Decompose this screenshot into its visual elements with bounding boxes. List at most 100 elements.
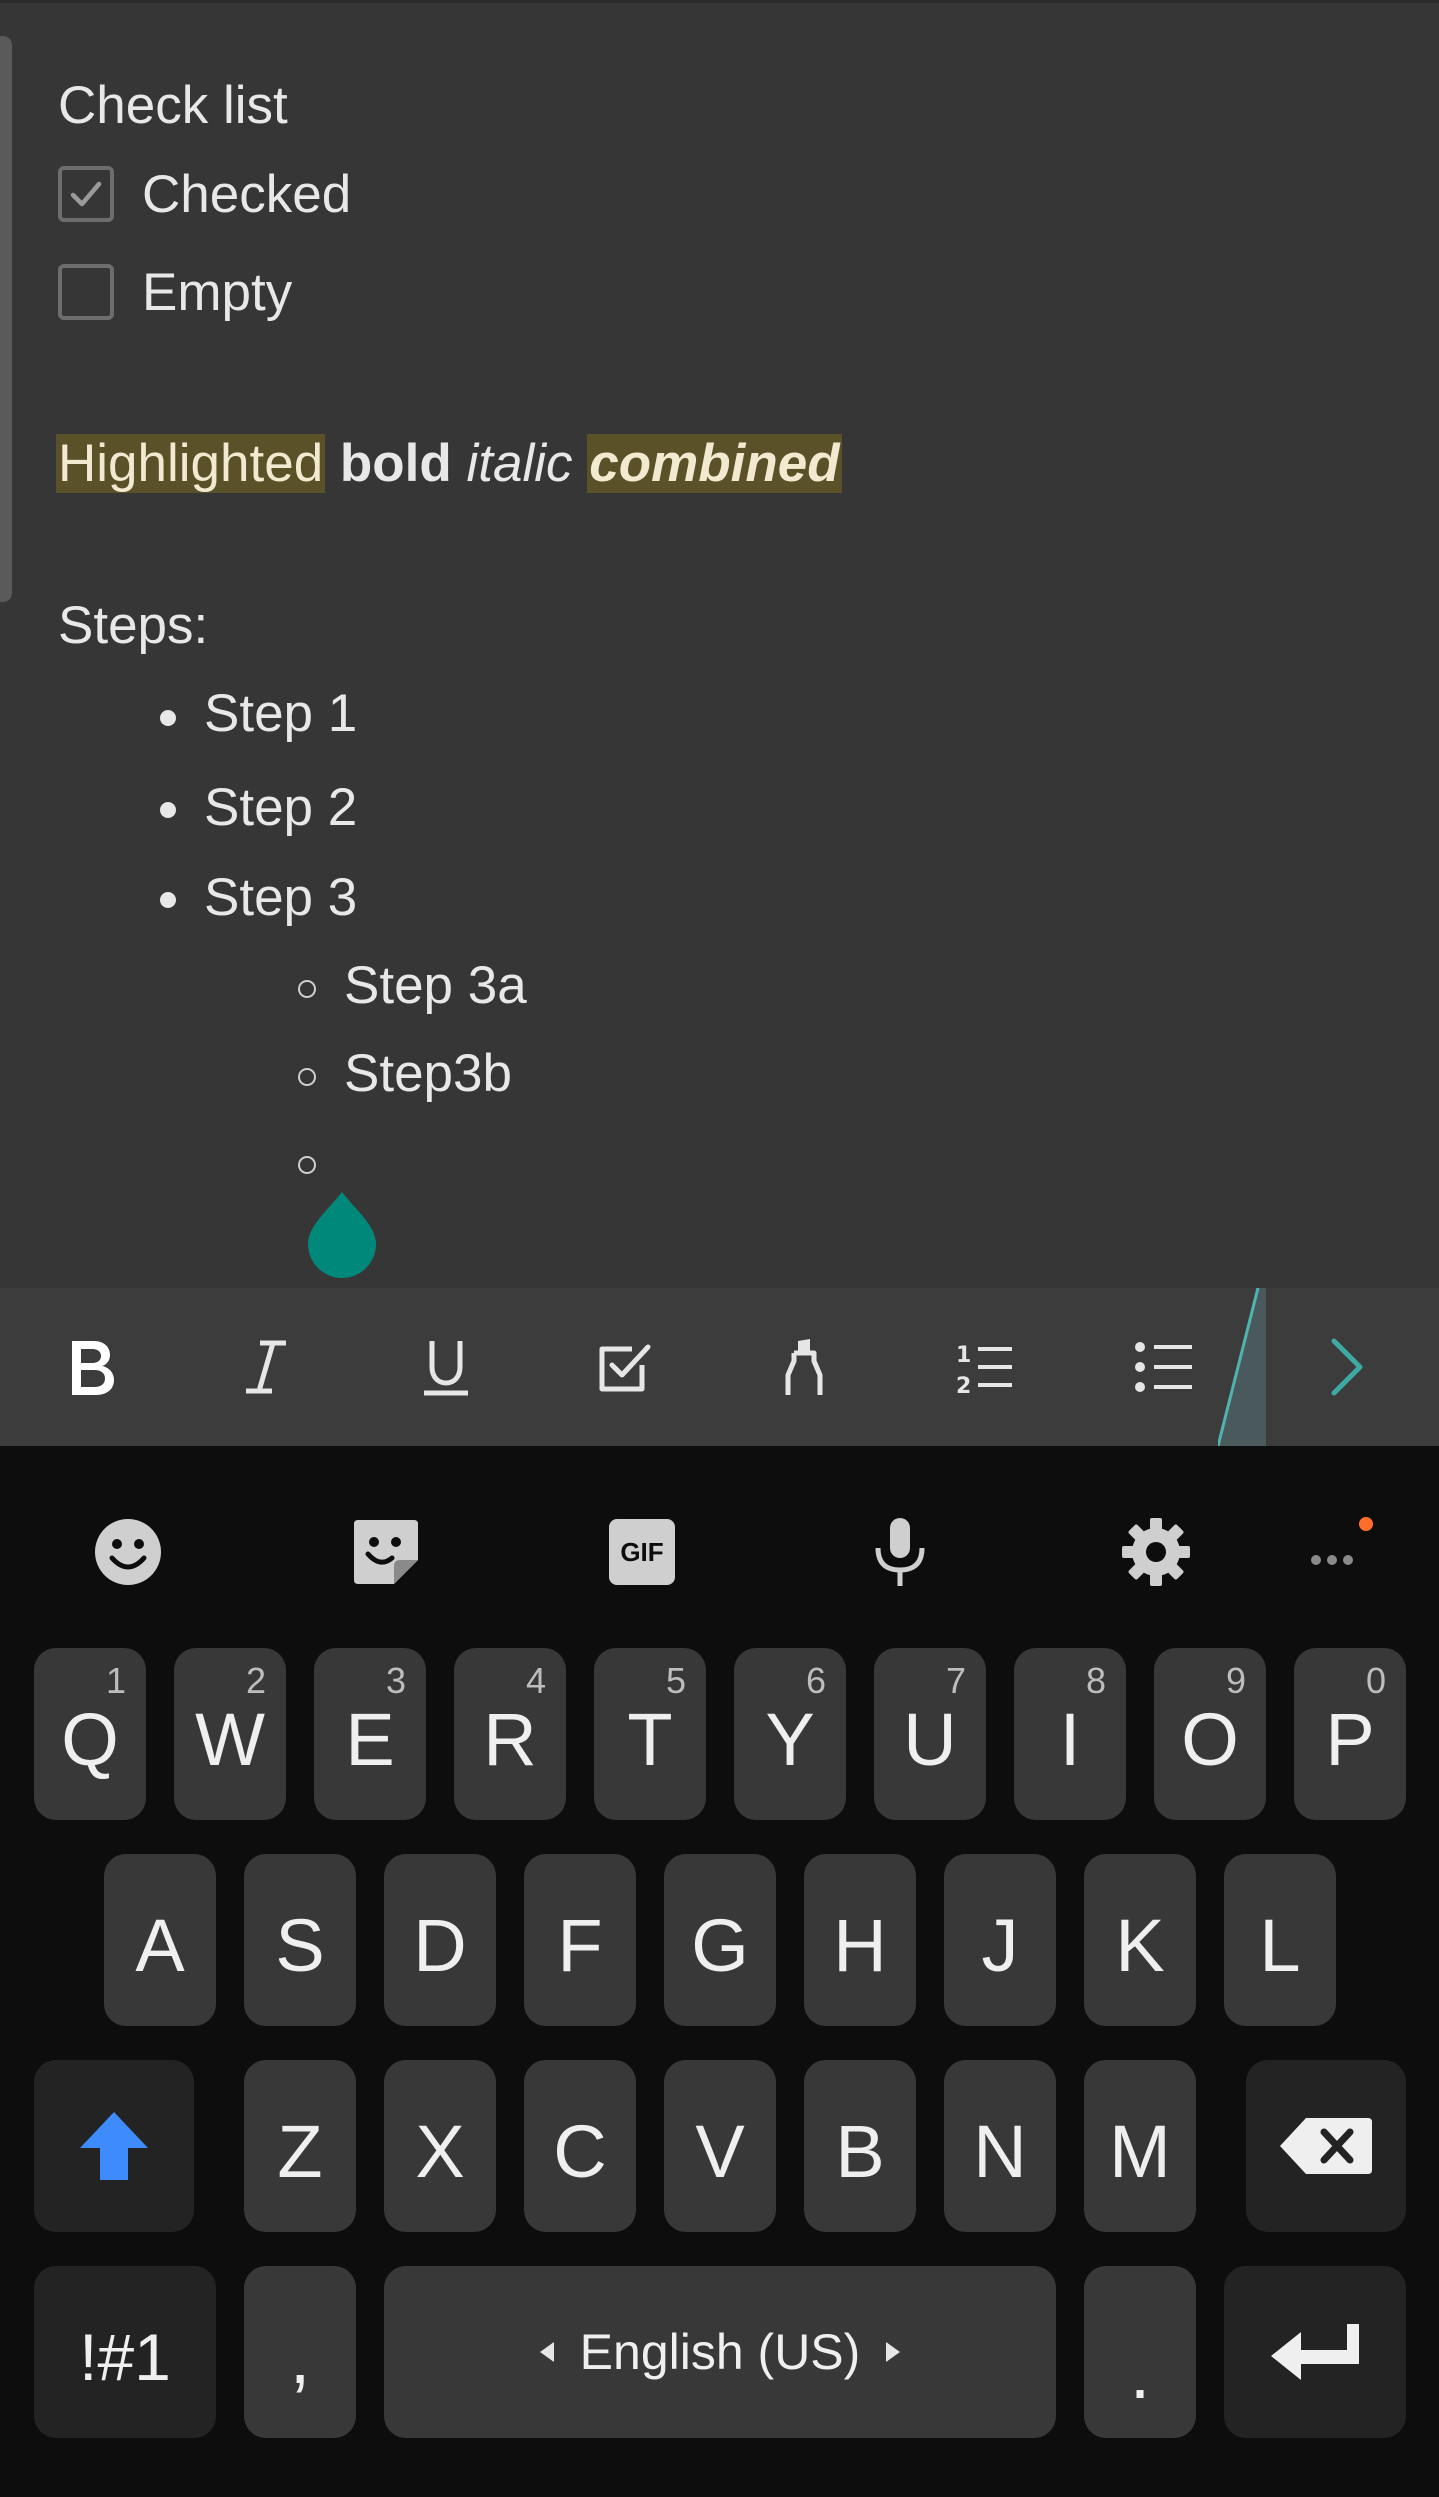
step-item: Step 1	[204, 684, 358, 743]
bullet-list-icon	[1135, 1342, 1192, 1392]
key-p[interactable]: 0P	[1294, 1648, 1406, 1820]
key-h[interactable]: H	[804, 1854, 916, 2026]
key-t[interactable]: 5T	[594, 1648, 706, 1820]
key-k[interactable]: K	[1084, 1854, 1196, 2026]
key-j[interactable]: J	[944, 1854, 1056, 2026]
key-s[interactable]: S	[244, 1854, 356, 2026]
emoji-icon	[95, 1519, 161, 1585]
highlighter-icon	[785, 1339, 823, 1395]
key-q[interactable]: 1Q	[34, 1648, 146, 1820]
key-label: H	[833, 1903, 887, 1987]
checkbox-button[interactable]	[564, 1288, 684, 1446]
key-x[interactable]: X	[384, 2060, 496, 2232]
comma-key[interactable]: ,	[244, 2266, 356, 2438]
emoji-button[interactable]	[80, 1504, 176, 1600]
key-number-hint: 1	[105, 1660, 126, 1701]
key-z[interactable]: Z	[244, 2060, 356, 2232]
bold-button[interactable]	[30, 1288, 150, 1446]
key-label: .	[1129, 2330, 1151, 2414]
enter-icon	[1271, 2324, 1359, 2380]
gif-button[interactable]: GIF	[594, 1504, 690, 1600]
key-label: M	[1109, 2109, 1171, 2193]
key-number-hint: 8	[1085, 1660, 1106, 1701]
step-item: Step 3	[204, 868, 358, 927]
bold-icon	[72, 1341, 114, 1395]
chevron-right-icon	[1331, 1338, 1363, 1396]
key-w[interactable]: 2W	[174, 1648, 286, 1820]
checklist-item-empty[interactable]: Empty	[58, 260, 292, 324]
formatted-text-line: Highlighted bold italic combined	[56, 432, 842, 496]
sticker-button[interactable]	[338, 1504, 434, 1600]
text-cursor-handle-icon[interactable]	[306, 1190, 378, 1278]
numbered-list-button[interactable]: 1 2	[924, 1288, 1044, 1446]
checkbox-empty[interactable]	[58, 264, 114, 320]
gif-icon: GIF	[609, 1519, 675, 1585]
backspace-key[interactable]	[1246, 2060, 1406, 2232]
key-a[interactable]: A	[104, 1854, 216, 2026]
checkbox-checked[interactable]	[58, 166, 114, 222]
key-d[interactable]: D	[384, 1854, 496, 2026]
step-item: Step 2	[204, 778, 358, 837]
key-m[interactable]: M	[1084, 2060, 1196, 2232]
checkmark-icon	[70, 181, 102, 207]
more-icon	[1311, 1517, 1373, 1565]
combined-text: combined	[587, 434, 842, 493]
bold-text: bold	[339, 434, 452, 493]
key-number-hint: 6	[805, 1660, 826, 1701]
key-y[interactable]: 6Y	[734, 1648, 846, 1820]
key-label: S	[275, 1903, 325, 1987]
key-r[interactable]: 4R	[454, 1648, 566, 1820]
voice-input-button[interactable]	[852, 1504, 948, 1600]
note-editor[interactable]: Check list Checked Empty Highlighted bol…	[0, 0, 1439, 1288]
scroll-indicator[interactable]	[0, 36, 12, 602]
settings-icon	[1122, 1518, 1190, 1586]
key-label: N	[973, 2109, 1027, 2193]
key-b[interactable]: B	[804, 2060, 916, 2232]
shift-key[interactable]	[34, 2060, 194, 2232]
soft-keyboard: GIF 1 Q 2 W 3 E 4 R 5 T 6 Y 7 U 8 I 9 O …	[0, 1446, 1439, 2497]
period-key[interactable]: .	[1084, 2266, 1196, 2438]
key-f[interactable]: F	[524, 1854, 636, 2026]
backspace-icon	[1280, 2118, 1372, 2174]
key-o[interactable]: 9O	[1154, 1648, 1266, 1820]
key-number-hint: 4	[525, 1660, 546, 1701]
key-label: B	[835, 2109, 885, 2193]
italic-button[interactable]	[206, 1288, 326, 1446]
space-key[interactable]: English (US)	[384, 2266, 1056, 2438]
bullet-list-button[interactable]	[1104, 1288, 1224, 1446]
key-l[interactable]: L	[1224, 1854, 1336, 2026]
keyboard-settings-button[interactable]	[1108, 1504, 1204, 1600]
key-u[interactable]: 7U	[874, 1648, 986, 1820]
key-number-hint: 3	[385, 1660, 406, 1701]
checklist-item-checked[interactable]: Checked	[58, 162, 351, 226]
more-options-button[interactable]	[1292, 1504, 1388, 1600]
underline-icon	[424, 1341, 468, 1396]
key-label: F	[557, 1903, 603, 1987]
checklist-item-label: Empty	[142, 262, 293, 322]
key-label: K	[1115, 1903, 1165, 1987]
highlighter-button[interactable]	[744, 1288, 864, 1446]
svg-text:2: 2	[956, 1374, 971, 1399]
checklist-item-label: Checked	[142, 164, 352, 224]
enter-key[interactable]	[1224, 2266, 1406, 2438]
key-v[interactable]: V	[664, 2060, 776, 2232]
key-n[interactable]: N	[944, 2060, 1056, 2232]
highlighted-text: Highlighted	[56, 434, 326, 493]
key-number-hint: 2	[245, 1660, 266, 1701]
symbols-key[interactable]: !#1	[34, 2266, 216, 2438]
key-label: Z	[277, 2109, 323, 2193]
top-divider	[0, 0, 1439, 3]
gif-label: GIF	[620, 1536, 664, 1567]
key-label: C	[553, 2109, 607, 2193]
key-c[interactable]: C	[524, 2060, 636, 2232]
bullet-icon	[160, 710, 176, 726]
underline-button[interactable]	[386, 1288, 506, 1446]
key-e[interactable]: 3E	[314, 1648, 426, 1820]
key-g[interactable]: G	[664, 1854, 776, 2026]
toolbar-next-button[interactable]	[1284, 1288, 1404, 1446]
key-i[interactable]: 8I	[1014, 1648, 1126, 1820]
key-label: ,	[289, 2315, 311, 2399]
microphone-icon	[875, 1518, 925, 1586]
key-label: Y	[765, 1697, 815, 1781]
space-language-label: English (US)	[539, 2323, 901, 2381]
